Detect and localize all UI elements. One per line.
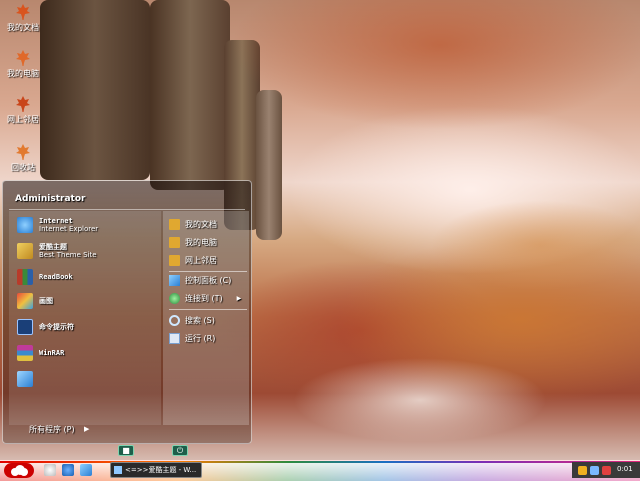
ie-quicklaunch-icon[interactable] <box>44 464 56 476</box>
paint-icon <box>17 293 33 309</box>
start-menu-places-pane: 我的文档 我的电脑 网上邻居 控制面板 (C) 连接到 (T) ▶ 搜索 (S)… <box>163 211 249 425</box>
connect-icon <box>169 293 180 304</box>
desktop-icon-label: 回收站 <box>11 163 35 172</box>
item-connect-to[interactable]: 连接到 (T) ▶ <box>169 293 241 304</box>
theme-site-icon <box>17 243 33 259</box>
item-control-panel[interactable]: 控制面板 (C) <box>169 275 231 286</box>
maple-leaf-icon <box>16 144 30 160</box>
internet-explorer-icon <box>17 217 33 233</box>
folder-icon <box>169 219 180 230</box>
menu-separator <box>169 309 247 310</box>
wallpaper-tree-trunk <box>256 90 282 240</box>
place-my-documents[interactable]: 我的文档 <box>169 219 217 230</box>
network-tray-icon[interactable] <box>578 465 587 475</box>
taskbar-window-button[interactable]: <=>>爱酷主题 - W... <box>110 462 202 478</box>
program-internet-explorer[interactable]: Internet Internet Explorer <box>17 215 98 235</box>
wallpaper-foliage <box>230 0 640 130</box>
submenu-arrow-icon: ▶ <box>236 295 242 302</box>
network-icon <box>169 255 180 266</box>
desktop-icon-label: 我的文档 <box>7 23 39 32</box>
search-icon <box>169 315 180 326</box>
wallpaper-tree-trunk <box>40 0 150 180</box>
desktop-icon-label: 我的电脑 <box>7 69 39 78</box>
item-label: 运行 (R) <box>185 334 216 343</box>
program-notepad[interactable] <box>17 369 39 389</box>
program-title: Internet <box>39 217 73 225</box>
control-panel-icon <box>169 275 180 286</box>
program-title: 爱酷主题 <box>39 243 67 251</box>
logoff-button[interactable]: ■ <box>118 445 134 456</box>
program-title: ReadBook <box>39 273 73 281</box>
program-title: WinRAR <box>39 349 65 357</box>
notepad-icon <box>17 371 33 387</box>
program-command-prompt[interactable]: 命令提示符 <box>17 317 74 337</box>
wallpaper-tree-trunk <box>150 0 230 190</box>
window-icon <box>114 466 122 474</box>
menu-separator <box>169 271 247 272</box>
security-tray-icon[interactable] <box>602 465 611 475</box>
place-my-computer[interactable]: 我的电脑 <box>169 237 217 248</box>
maple-leaf-icon <box>16 50 30 66</box>
start-cloud-icon <box>11 465 28 476</box>
taskbar-clock[interactable]: 0:01 <box>617 465 633 473</box>
start-menu: Administrator Internet Internet Explorer… <box>2 180 252 444</box>
all-programs-button[interactable]: 所有程序 (P) <box>29 424 75 435</box>
program-theme-site[interactable]: 爱酷主题 Best Theme Site <box>17 241 97 261</box>
maple-leaf-icon <box>16 96 30 112</box>
desktop-icon-recycle-bin[interactable]: 回收站 <box>0 144 46 173</box>
desktop-icon-my-computer[interactable]: 我的电脑 <box>0 50 46 79</box>
program-subtitle: Best Theme Site <box>39 251 97 259</box>
item-label: 控制面板 (C) <box>185 276 232 285</box>
program-title: 命令提示符 <box>39 323 74 331</box>
taskbar <box>0 460 640 481</box>
place-network[interactable]: 网上邻居 <box>169 255 217 266</box>
program-subtitle: Internet Explorer <box>39 225 99 233</box>
taskbar-gloss <box>0 463 640 481</box>
media-quicklaunch-icon[interactable] <box>62 464 74 476</box>
shutdown-button[interactable]: ⏻ <box>172 445 188 456</box>
taskbar-window-label: <=>>爱酷主题 - W... <box>125 466 197 474</box>
computer-icon <box>169 237 180 248</box>
desktop-icon-network[interactable]: 网上邻居 <box>0 96 46 125</box>
power-icon: ⏻ <box>176 445 184 455</box>
books-icon <box>17 269 33 285</box>
item-label: 搜索 (S) <box>185 316 215 325</box>
item-search[interactable]: 搜索 (S) <box>169 315 215 326</box>
start-menu-programs-pane: Internet Internet Explorer 爱酷主题 Best The… <box>9 211 161 425</box>
start-menu-username: Administrator <box>15 194 86 204</box>
run-icon <box>169 333 180 344</box>
start-menu-divider <box>9 209 245 210</box>
item-run[interactable]: 运行 (R) <box>169 333 215 344</box>
start-button[interactable] <box>4 463 34 478</box>
desktop-icon-label: 网上邻居 <box>7 115 39 124</box>
logoff-icon: ■ <box>122 446 130 455</box>
program-paint[interactable]: 画图 <box>17 291 53 311</box>
place-label: 我的电脑 <box>185 238 217 247</box>
desktop-quicklaunch-icon[interactable] <box>80 464 92 476</box>
volume-tray-icon[interactable] <box>590 465 599 475</box>
wallpaper-foliage <box>430 200 640 290</box>
place-label: 我的文档 <box>185 220 217 229</box>
program-winrar[interactable]: WinRAR <box>17 343 64 363</box>
item-label: 连接到 (T) <box>185 294 223 303</box>
program-readbook[interactable]: ReadBook <box>17 267 73 287</box>
all-programs-arrow-icon: ▶ <box>84 425 90 433</box>
place-label: 网上邻居 <box>185 256 217 265</box>
desktop-icon-my-documents[interactable]: 我的文档 <box>0 4 46 33</box>
maple-leaf-icon <box>16 4 30 20</box>
winrar-icon <box>17 345 33 361</box>
program-title: 画图 <box>39 297 53 305</box>
command-prompt-icon <box>17 319 33 335</box>
